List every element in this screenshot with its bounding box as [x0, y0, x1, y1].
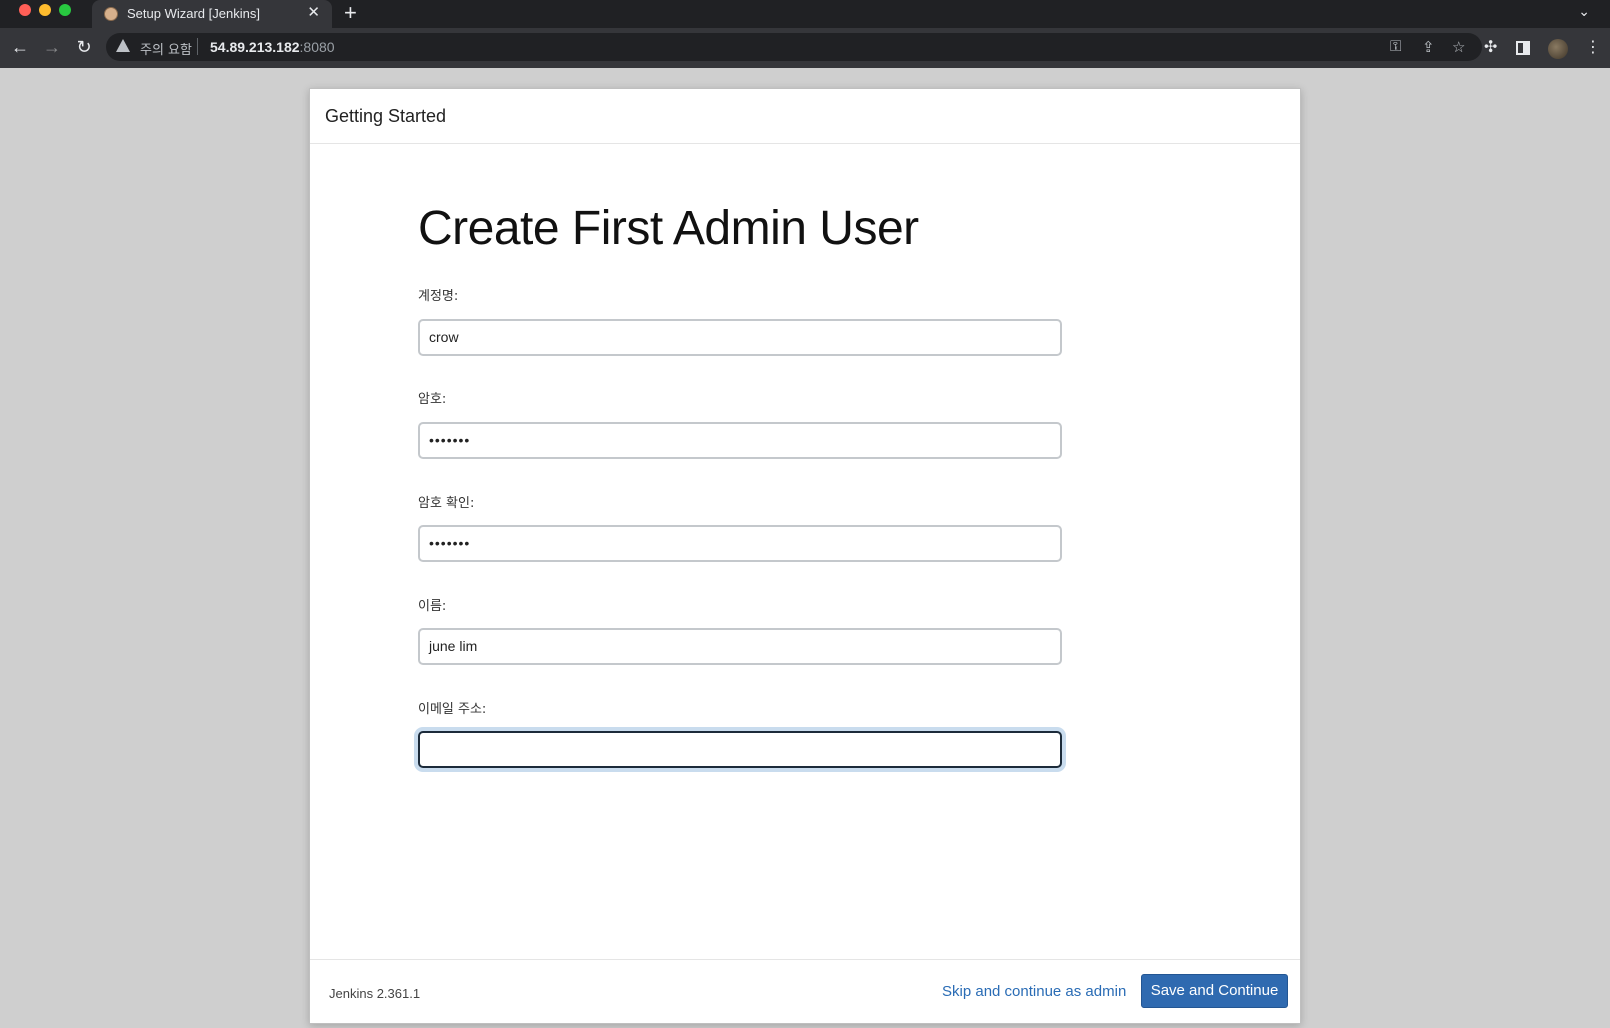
confirm-password-input[interactable]: •••••••	[418, 525, 1062, 562]
skip-continue-as-admin-link[interactable]: Skip and continue as admin	[942, 983, 1126, 1000]
reload-icon[interactable]: ↻	[73, 36, 95, 58]
dialog-title: Getting Started	[325, 106, 447, 126]
back-arrow-icon[interactable]: ←	[9, 36, 31, 58]
more-menu-icon[interactable]: ⋮	[1585, 37, 1601, 57]
save-and-continue-button[interactable]: Save and Continue	[1141, 974, 1288, 1008]
close-window-button[interactable]	[19, 4, 31, 16]
jenkins-favicon-icon	[104, 7, 118, 21]
tab-search-chevron-icon[interactable]: ⌄	[1578, 3, 1590, 20]
tab-close-icon[interactable]: ✕	[307, 5, 320, 21]
new-tab-icon[interactable]: +	[344, 2, 357, 24]
key-icon[interactable]: ⚿	[1390, 38, 1401, 55]
browser-tab-bar: Setup Wizard [Jenkins] ✕ + ⌄	[0, 0, 1610, 28]
username-label: 계정명:	[418, 289, 459, 304]
url-port: :8080	[299, 39, 335, 55]
extensions-puzzle-icon[interactable]: ✣	[1484, 37, 1497, 57]
bookmark-star-icon[interactable]: ☆	[1452, 38, 1465, 56]
address-bar[interactable]: 주의 요함 54.89.213.182:8080 ⚿ ⇪ ☆	[106, 33, 1482, 61]
full-name-label: 이름:	[418, 599, 447, 614]
address-separator	[197, 38, 198, 55]
url-host: 54.89.213.182	[210, 39, 300, 55]
email-input[interactable]	[418, 731, 1062, 768]
security-warning-text[interactable]: 주의 요함	[140, 39, 192, 58]
setup-wizard-dialog: Getting Started Create First Admin User …	[309, 88, 1301, 1024]
warning-icon[interactable]	[116, 39, 130, 52]
confirm-password-label: 암호 확인:	[418, 496, 475, 511]
dialog-footer: Jenkins 2.361.1 Skip and continue as adm…	[310, 959, 1300, 1023]
browser-toolbar: ← → ↻ 주의 요함 54.89.213.182:8080 ⚿ ⇪ ☆ ✣ ⋮	[0, 28, 1610, 68]
forward-arrow-icon[interactable]: →	[41, 36, 63, 58]
page-heading: Create First Admin User	[418, 202, 919, 255]
url-text[interactable]: 54.89.213.182:8080	[210, 39, 335, 55]
tab-title: Setup Wizard [Jenkins]	[127, 6, 260, 21]
maximize-window-button[interactable]	[59, 4, 71, 16]
password-input[interactable]: •••••••	[418, 422, 1062, 459]
username-input[interactable]: crow	[418, 319, 1062, 356]
jenkins-version: Jenkins 2.361.1	[329, 986, 421, 1001]
minimize-window-button[interactable]	[39, 4, 51, 16]
side-panel-icon[interactable]	[1516, 41, 1530, 55]
password-label: 암호:	[418, 392, 447, 407]
full-name-input[interactable]: june lim	[418, 628, 1062, 665]
email-label: 이메일 주소:	[418, 702, 487, 717]
profile-avatar[interactable]	[1548, 39, 1568, 59]
browser-tab[interactable]: Setup Wizard [Jenkins] ✕	[92, 0, 332, 28]
share-icon[interactable]: ⇪	[1422, 38, 1435, 56]
dialog-header: Getting Started	[310, 89, 1300, 144]
